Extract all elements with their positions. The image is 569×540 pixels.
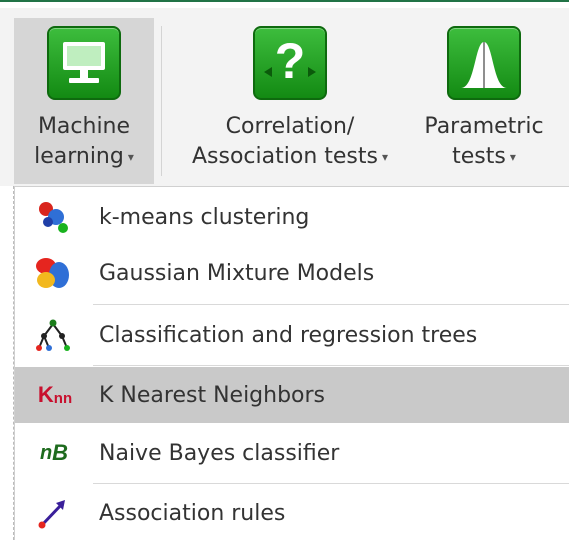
title-accent-strip — [0, 0, 569, 8]
parametric-tests-button[interactable]: Parametric tests ▾ — [410, 18, 558, 184]
correlation-tests-button[interactable]: ? Correlation/ Association tests ▾ — [170, 18, 410, 184]
ribbon-separator — [161, 26, 162, 176]
svg-text:?: ? — [275, 34, 306, 89]
chevron-down-icon: ▾ — [127, 150, 134, 164]
menu-item-k-means[interactable]: k-means clustering — [15, 189, 569, 245]
menu-item-label: K Nearest Neighbors — [99, 382, 326, 408]
parametric-tests-label: Parametric tests ▾ — [424, 114, 544, 169]
menu-item-label: Naive Bayes classifier — [99, 440, 340, 466]
bell-curve-icon — [447, 26, 521, 100]
menu-item-naive-bayes[interactable]: nB Naive Bayes classifier — [15, 425, 569, 481]
machine-learning-label: Machine learning ▾ — [34, 114, 134, 169]
menu-item-classification-trees[interactable]: Classification and regression trees — [15, 307, 569, 363]
ribbon-toolbar: Machine learning ▾ ? Correlation/ Associa… — [0, 8, 569, 186]
machine-learning-button[interactable]: Machine learning ▾ — [14, 18, 154, 184]
menu-item-label: k-means clustering — [99, 204, 310, 230]
menu-separator — [93, 304, 569, 305]
gaussian-mixture-icon — [35, 255, 71, 291]
association-rules-icon — [35, 495, 71, 531]
menu-separator — [93, 483, 569, 484]
menu-item-label: Gaussian Mixture Models — [99, 260, 375, 286]
correlation-tests-label: Correlation/ Association tests ▾ — [192, 114, 388, 169]
menu-separator — [93, 365, 569, 366]
question-icon: ? — [253, 26, 327, 100]
app-window: Machine learning ▾ ? Correlation/ Associa… — [0, 0, 569, 540]
menu-item-label: Association rules — [99, 500, 286, 526]
menu-item-knn[interactable]: Knn K Nearest Neighbors — [15, 367, 569, 423]
monitor-icon — [47, 26, 121, 100]
menu-item-label: Classification and regression trees — [99, 322, 478, 348]
naive-bayes-icon: nB — [39, 440, 69, 465]
spreadsheet-edge — [0, 186, 14, 540]
k-means-icon — [35, 199, 71, 235]
chevron-down-icon: ▾ — [381, 150, 388, 164]
machine-learning-menu: k-means clustering Gaussian Mixture Mode… — [14, 186, 569, 540]
menu-item-gaussian-mixture[interactable]: Gaussian Mixture Models — [15, 245, 569, 301]
tree-icon — [35, 317, 71, 353]
menu-item-association-rules[interactable]: Association rules — [15, 485, 569, 540]
knn-icon: Knn — [37, 382, 73, 407]
chevron-down-icon: ▾ — [509, 150, 516, 164]
